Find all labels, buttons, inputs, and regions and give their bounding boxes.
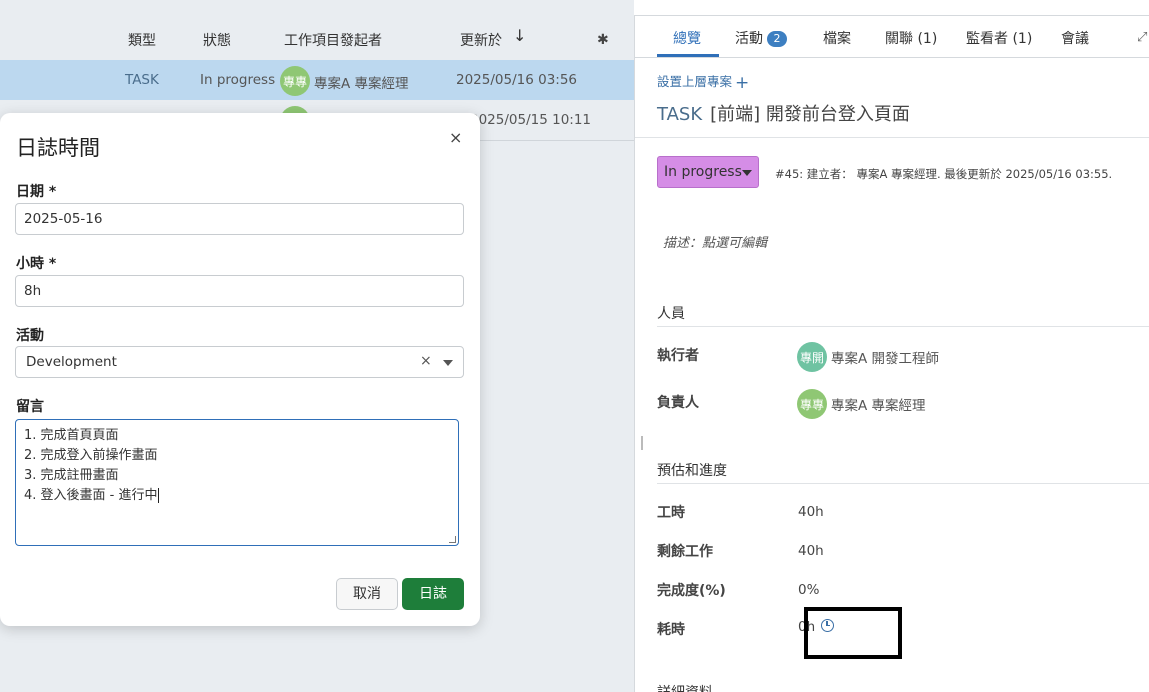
activity-label: 活動 xyxy=(16,328,44,344)
activity-select[interactable]: Development × xyxy=(15,346,464,378)
accountable-name: 專案A 專案經理 xyxy=(831,398,926,414)
remaining-value[interactable]: 40h xyxy=(798,543,824,559)
column-header-updated[interactable]: 更新於 xyxy=(460,30,502,50)
close-icon[interactable]: × xyxy=(449,128,462,147)
highlight-box xyxy=(804,607,902,659)
tab-activity-label: 活動 xyxy=(735,31,763,47)
task-subject: [前端] 開發前台登入頁面 xyxy=(710,104,910,125)
row-updated: 2025/05/15 10:11 xyxy=(470,112,592,128)
modal-title: 日誌時間 xyxy=(16,136,100,160)
date-field[interactable]: 2025-05-16 xyxy=(15,203,464,235)
table-row[interactable]: TASK In progress 專專 專案A 專案經理 2025/05/16 … xyxy=(0,60,634,100)
sort-descending-icon[interactable]: ↓ xyxy=(513,26,526,45)
table-header: 類型 狀態 工作項目發起者 更新於 ↓ xyxy=(0,18,634,58)
assignee-field[interactable]: 專開 專案A 開發工程師 xyxy=(797,342,939,372)
active-tab-indicator xyxy=(657,54,719,57)
activity-value: Development xyxy=(26,354,117,370)
gear-icon[interactable]: ✱ xyxy=(597,32,609,48)
tab-files[interactable]: 檔案 xyxy=(823,28,851,48)
details-panel: 總覽 活動 2 檔案 關聯 (1) 監看者 (1) 會議 ⤢ 設置上層專案 + TA… xyxy=(634,15,1149,692)
hours-field[interactable]: 8h xyxy=(15,275,464,307)
avatar: 專開 xyxy=(797,342,827,372)
remaining-label: 剩餘工作 xyxy=(657,544,713,560)
chevron-down-icon[interactable] xyxy=(443,360,453,366)
spent-label: 耗時 xyxy=(657,622,685,638)
tab-watchers[interactable]: 監看者 (1) xyxy=(966,28,1032,48)
divider xyxy=(657,483,1149,484)
set-parent-label: 設置上層專案 xyxy=(657,74,733,89)
work-value[interactable]: 40h xyxy=(798,504,824,520)
expand-icon[interactable]: ⤢ xyxy=(1137,30,1147,45)
comment-line: 2. 完成登入前操作畫面 xyxy=(24,448,158,463)
task-type: TASK xyxy=(657,104,703,125)
resize-handle-icon[interactable] xyxy=(641,436,643,450)
comment-line: 3. 完成註冊畫面 xyxy=(24,468,119,483)
assignee-name: 專案A 開發工程師 xyxy=(831,351,940,367)
section-details: 詳細資料 xyxy=(657,682,713,692)
row-type: TASK xyxy=(125,72,159,88)
date-label: 日期 * xyxy=(16,184,57,200)
resize-handle-icon[interactable] xyxy=(449,536,456,543)
plus-icon: + xyxy=(735,73,750,93)
comment-textarea[interactable]: 1. 完成首頁頁面 2. 完成登入前操作畫面 3. 完成註冊畫面 4. 登入後畫… xyxy=(15,419,459,546)
divider xyxy=(657,326,1149,327)
clear-icon[interactable]: × xyxy=(420,353,432,369)
column-header-creator[interactable]: 工作項目發起者 xyxy=(284,30,382,50)
row-updated: 2025/05/16 03:56 xyxy=(456,72,578,88)
work-label: 工時 xyxy=(657,505,685,521)
divider xyxy=(635,137,1149,138)
column-header-status[interactable]: 狀態 xyxy=(203,30,231,50)
avatar: 專專 xyxy=(280,66,310,96)
tab-overview[interactable]: 總覽 xyxy=(673,28,701,48)
accountable-field[interactable]: 專專 專案A 專案經理 xyxy=(797,389,926,419)
avatar: 專專 xyxy=(797,389,827,419)
progress-value[interactable]: 0% xyxy=(798,582,819,598)
progress-label: 完成度(%) xyxy=(657,583,726,599)
section-estimates: 預估和進度 xyxy=(657,463,727,479)
tab-bar: 總覽 活動 2 檔案 關聯 (1) 監看者 (1) 會議 ⤢ xyxy=(635,16,1149,58)
set-parent-link[interactable]: 設置上層專案 + xyxy=(657,71,749,93)
cancel-button[interactable]: 取消 xyxy=(336,578,398,610)
tab-activity[interactable]: 活動 2 xyxy=(735,28,787,48)
comment-label: 留言 xyxy=(16,399,44,415)
status-dropdown[interactable]: In progress xyxy=(657,156,759,188)
status-value: In progress xyxy=(664,164,742,180)
tab-meetings[interactable]: 會議 xyxy=(1061,28,1089,48)
comment-line: 4. 登入後畫面 - 進行中 xyxy=(24,488,158,503)
log-time-modal: 日誌時間 × 日期 * 2025-05-16 小時 * 8h 活動 Develo… xyxy=(0,113,480,626)
hours-label: 小時 * xyxy=(16,256,57,272)
tab-relations[interactable]: 關聯 (1) xyxy=(885,28,937,48)
page-title[interactable]: TASK [前端] 開發前台登入頁面 xyxy=(657,100,910,126)
row-creator: 專案A 專案經理 xyxy=(314,76,409,92)
description-field[interactable]: 描述：點選可編輯 xyxy=(663,232,767,251)
submit-log-button[interactable]: 日誌 xyxy=(402,578,464,610)
chevron-down-icon xyxy=(742,170,752,176)
row-status: In progress xyxy=(200,72,276,88)
text-cursor xyxy=(157,488,159,503)
comment-line: 1. 完成首頁頁面 xyxy=(24,428,119,443)
assignee-label: 執行者 xyxy=(657,348,699,364)
section-people: 人員 xyxy=(657,306,685,322)
task-meta: #45: 建立者： 專案A 專案經理. 最後更新於 2025/05/16 03:… xyxy=(775,167,1113,181)
accountable-label: 負責人 xyxy=(657,395,699,411)
column-header-type[interactable]: 類型 xyxy=(128,30,156,50)
activity-count-badge: 2 xyxy=(767,31,787,47)
